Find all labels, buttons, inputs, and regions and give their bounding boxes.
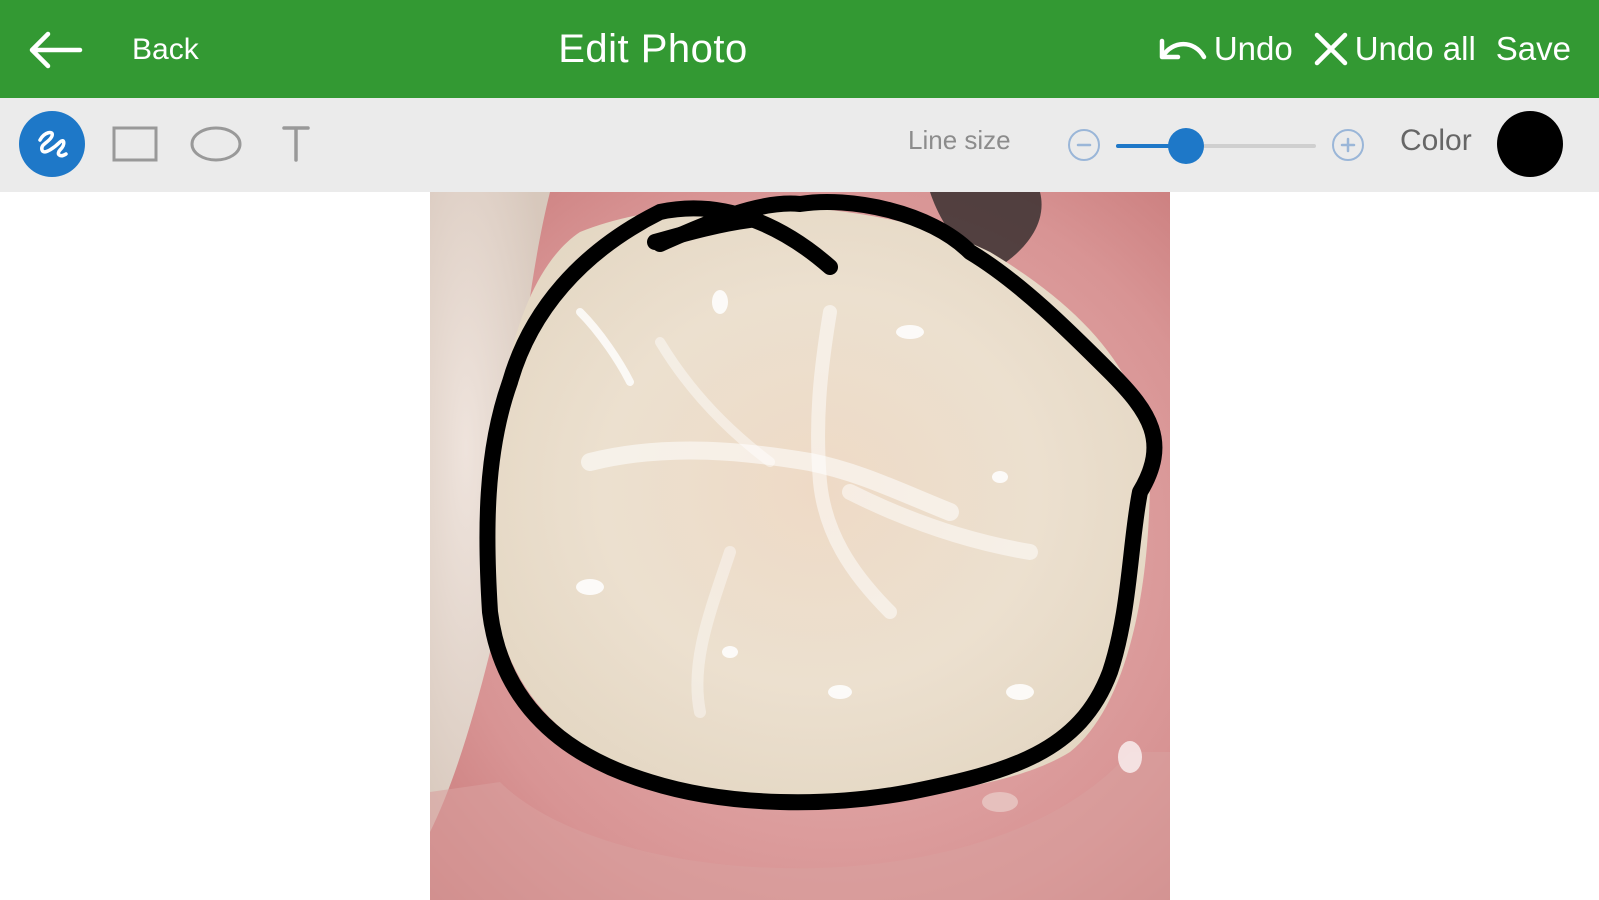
page-title: Edit Photo (558, 26, 748, 71)
undo-button[interactable]: Undo (1154, 30, 1293, 68)
color-swatch[interactable] (1497, 111, 1563, 177)
line-size-label: Line size (908, 125, 1011, 155)
line-size-decrease-icon[interactable] (1066, 127, 1102, 163)
freehand-draw-icon (38, 130, 68, 158)
header-actions: Undo Undo all Save (1154, 0, 1571, 98)
save-label: Save (1495, 30, 1571, 67)
photo-canvas[interactable] (430, 192, 1170, 900)
line-size-increase-icon[interactable] (1330, 127, 1366, 163)
undo-all-button[interactable]: Undo all (1313, 30, 1476, 68)
undo-icon (1159, 38, 1207, 60)
tooth-photo (430, 192, 1170, 900)
slider-thumb[interactable] (1168, 128, 1204, 164)
close-icon (1314, 32, 1347, 66)
color-label: Color (1400, 124, 1472, 157)
undo-all-label: Undo all (1354, 30, 1476, 67)
text-icon[interactable] (280, 120, 312, 164)
drawing-toolbar: Line size Color (0, 98, 1599, 192)
ellipse-icon[interactable] (188, 124, 244, 164)
save-button[interactable]: Save (1496, 30, 1571, 68)
header-bar: Back Edit Photo Undo Undo all Save (0, 0, 1599, 98)
rectangle-icon[interactable] (110, 124, 160, 164)
freehand-tool-button[interactable] (19, 111, 85, 177)
line-size-slider[interactable] (1116, 128, 1316, 164)
undo-label: Undo (1213, 30, 1293, 67)
